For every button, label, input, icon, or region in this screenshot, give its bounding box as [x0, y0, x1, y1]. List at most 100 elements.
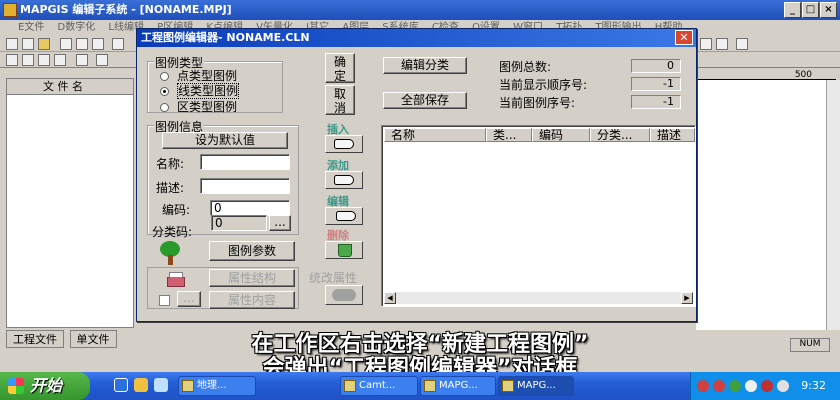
- column-header-category[interactable]: 分类...: [590, 128, 650, 142]
- tray-icon-4[interactable]: [745, 380, 757, 392]
- attr-content-button[interactable]: 属性内容: [209, 291, 295, 309]
- list-horizontal-scrollbar[interactable]: ◀ ▶: [384, 292, 693, 304]
- map-canvas[interactable]: [696, 80, 826, 330]
- minimize-button[interactable]: _: [784, 2, 801, 18]
- edit-button[interactable]: [325, 207, 363, 225]
- menu-item-digitize[interactable]: D数字化: [58, 22, 96, 33]
- start-button[interactable]: 开始: [0, 372, 90, 400]
- window-icon: [424, 380, 436, 392]
- task-button-4[interactable]: MAPG...: [498, 376, 574, 396]
- tray-icon-2[interactable]: [713, 380, 725, 392]
- desktop-quicklaunch-icon[interactable]: [154, 378, 168, 392]
- insert-button[interactable]: [325, 135, 363, 153]
- task-button-3[interactable]: MAPG...: [420, 376, 496, 396]
- system-tray: 9:32: [690, 372, 840, 400]
- window-icon: [502, 380, 514, 392]
- task-button-1[interactable]: 地理...: [178, 376, 256, 396]
- print-icon[interactable]: [92, 38, 104, 50]
- name-input[interactable]: [200, 154, 290, 170]
- window-icon: [182, 380, 194, 392]
- vertical-scrollbar[interactable]: [826, 80, 840, 330]
- unify-attr-button[interactable]: [325, 285, 363, 305]
- app-title: MAPGIS 编辑子系统 - [NONAME.MPJ]: [20, 3, 232, 16]
- legend-type-group: 图例类型 点类型图例 线类型图例 区类型图例: [147, 54, 283, 115]
- rotate-icon[interactable]: [54, 54, 66, 66]
- zoom-icon[interactable]: [76, 54, 88, 66]
- task-button-2[interactable]: Camt...: [340, 376, 418, 396]
- save-all-button[interactable]: 全部保存: [383, 92, 467, 109]
- tray-icon-3[interactable]: [729, 380, 741, 392]
- display-order-value: -1: [631, 77, 681, 91]
- scroll-left-icon[interactable]: ◀: [384, 292, 396, 304]
- pointing-hand-icon: [334, 175, 354, 185]
- pointing-hand-icon: [336, 211, 356, 221]
- total-count-label: 图例总数:: [499, 60, 552, 74]
- open-folder-icon[interactable]: [38, 38, 50, 50]
- new-file-icon[interactable]: [6, 38, 18, 50]
- tree-icon: [157, 241, 183, 267]
- menu-item-file[interactable]: E文件: [18, 22, 44, 33]
- window-icon: [344, 380, 356, 392]
- scroll-right-icon[interactable]: ▶: [681, 292, 693, 304]
- category-code-label: 分类码:: [152, 225, 193, 239]
- legend-params-button[interactable]: 图例参数: [209, 241, 295, 261]
- column-header-name[interactable]: 名称: [384, 128, 486, 142]
- column-header-type[interactable]: 类...: [486, 128, 532, 142]
- taskbar: 开始 地理... Camt... MAPG... MAPG... 9:32: [0, 372, 840, 400]
- pointer-icon[interactable]: [6, 54, 18, 66]
- project-panel: 文 件 名: [6, 78, 134, 328]
- dialog-close-button[interactable]: ✕: [675, 30, 693, 45]
- save-icon[interactable]: [60, 38, 72, 50]
- description-label: 描述:: [156, 181, 185, 195]
- tray-icon-1[interactable]: [697, 380, 709, 392]
- cut-icon[interactable]: [112, 38, 124, 50]
- radio-button-icon: [160, 103, 169, 112]
- code-input[interactable]: 0: [210, 200, 290, 216]
- legend-list-table[interactable]: 名称 类... 编码 分类... 描述 ◀ ▶: [381, 125, 696, 307]
- current-seq-value: -1: [631, 95, 681, 109]
- project-panel-header: 文 件 名: [7, 79, 133, 95]
- edit-category-button[interactable]: 编辑分类: [383, 57, 467, 74]
- clock: 9:32: [801, 379, 826, 392]
- cancel-button[interactable]: 取消: [325, 85, 355, 115]
- app-title-bar: MAPGIS 编辑子系统 - [NONAME.MPJ] _ □ ×: [0, 0, 840, 20]
- dialog-title: 工程图例编辑器- NONAME.CLN: [141, 31, 310, 44]
- column-header-code[interactable]: 编码: [532, 128, 590, 142]
- tray-icon-5[interactable]: [761, 380, 773, 392]
- volume-icon[interactable]: [777, 380, 789, 392]
- total-count-value: 0: [631, 59, 681, 73]
- category-browse-button[interactable]: ...: [269, 215, 291, 231]
- pen-icon[interactable]: [736, 38, 748, 50]
- recycle-bin-icon: [338, 244, 352, 257]
- ok-button[interactable]: 确定: [325, 53, 355, 83]
- tool-icon-a[interactable]: [700, 38, 712, 50]
- description-input[interactable]: [200, 178, 290, 194]
- radio-line-legend[interactable]: 线类型图例: [160, 82, 240, 99]
- pan-icon[interactable]: [96, 54, 108, 66]
- save-as-icon[interactable]: [76, 38, 88, 50]
- set-default-button[interactable]: 设为默认值: [162, 132, 288, 149]
- attr-structure-button[interactable]: 属性结构: [209, 269, 295, 287]
- code-label: 编码:: [162, 203, 191, 217]
- attr-browse-button[interactable]: ...: [177, 291, 201, 307]
- ie-quicklaunch-icon[interactable]: [114, 378, 128, 392]
- maximize-button[interactable]: □: [802, 2, 819, 18]
- app-icon: [3, 3, 17, 17]
- radio-button-selected-icon: [160, 87, 169, 96]
- tool-icon-b[interactable]: [716, 38, 728, 50]
- new-doc-icon[interactable]: [22, 38, 34, 50]
- legend-editor-dialog: 工程图例编辑器- NONAME.CLN ✕ 图例类型 点类型图例 线类型图例 区…: [136, 28, 697, 322]
- draw-icon[interactable]: [22, 54, 34, 66]
- delete-button[interactable]: [325, 241, 363, 259]
- add-button[interactable]: [325, 171, 363, 189]
- attr-checkbox[interactable]: [159, 295, 170, 306]
- windows-logo-icon: [8, 378, 24, 394]
- app-close-button[interactable]: ×: [820, 2, 837, 18]
- folder-quicklaunch-icon[interactable]: [134, 378, 148, 392]
- scale-icon[interactable]: [38, 54, 50, 66]
- column-header-description[interactable]: 描述: [650, 128, 695, 142]
- unify-attr-label: 统改属性: [309, 271, 358, 285]
- current-seq-label: 当前图例序号:: [499, 96, 576, 110]
- radio-area-legend[interactable]: 区类型图例: [160, 98, 237, 115]
- ruler: 500: [696, 70, 836, 80]
